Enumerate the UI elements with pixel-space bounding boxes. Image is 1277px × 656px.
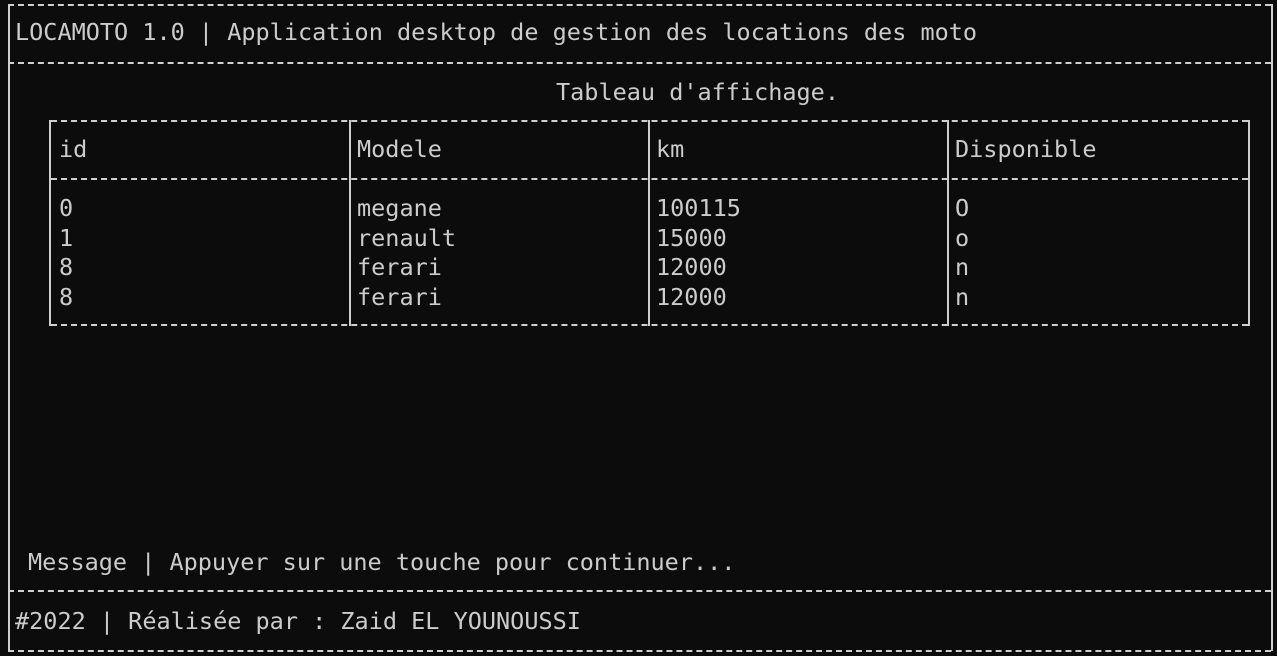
table-cell: ferari — [357, 253, 442, 281]
table-cell: O — [955, 194, 970, 222]
table-cell: 8 — [59, 282, 74, 311]
table-cell: 12000 — [656, 253, 727, 281]
table-cell: 15000 — [656, 223, 727, 252]
divider — [8, 590, 1271, 592]
column-header: id — [59, 135, 88, 163]
table-cell: megane — [357, 194, 442, 222]
divider — [8, 62, 1271, 64]
table-title: Tableau d'affichage. — [556, 78, 839, 106]
column-header: Disponible — [955, 135, 1097, 163]
table-cell: ferari — [357, 282, 442, 311]
table-cell: o — [955, 223, 970, 252]
table-cell: 12000 — [656, 282, 727, 311]
table-cell: n — [955, 253, 970, 281]
column-header: km — [656, 135, 685, 163]
table-cell: 8 — [59, 253, 74, 281]
table-cell: 0 — [59, 194, 74, 222]
footer-credit: #2022 | Réalisée par : Zaid EL YOUNOUSSI — [15, 607, 581, 635]
column-header: Modele — [357, 135, 442, 163]
table-cell: 100115 — [656, 194, 741, 222]
app-title: LOCAMOTO 1.0 | Application desktop de ge… — [15, 18, 978, 46]
table-cell: n — [955, 282, 970, 311]
table-cell: renault — [357, 223, 457, 252]
table-cell: 1 — [59, 223, 74, 252]
data-table: id Modele km Disponible 0 megane 100115 O 1 renau… — [49, 120, 1250, 326]
status-message: Message | Appuyer sur une touche pour co… — [28, 548, 736, 576]
divider — [8, 4, 1271, 6]
divider — [8, 650, 1271, 652]
